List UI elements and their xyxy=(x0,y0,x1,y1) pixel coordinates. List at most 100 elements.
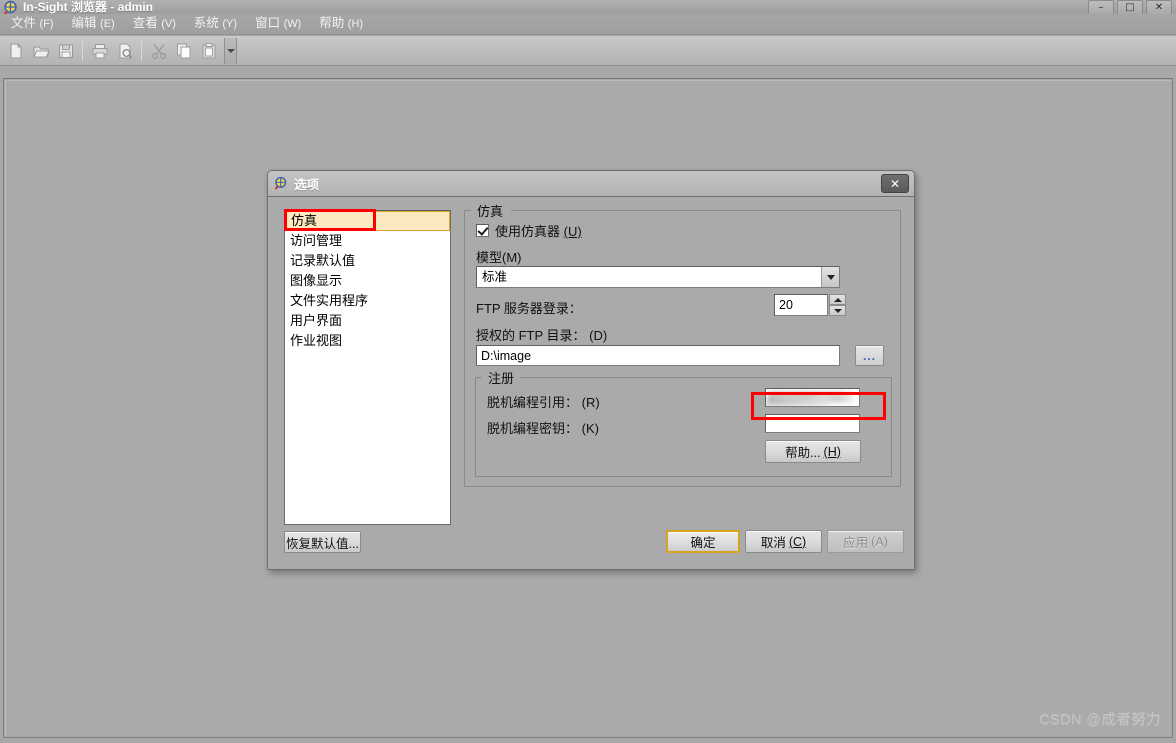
ok-button[interactable]: 确定 xyxy=(666,530,740,553)
menu-item-edit-accel: (E) xyxy=(100,17,115,30)
offline-key-label: 脱机编程密钥： (K) xyxy=(487,418,599,437)
category-item-file-utilities[interactable]: 文件实用程序 xyxy=(285,291,450,311)
save-floppy-icon[interactable] xyxy=(54,39,77,62)
cancel-button[interactable]: 取消 (C) xyxy=(745,530,822,553)
maximize-icon: □ xyxy=(1125,2,1135,13)
menu-item-edit-label: 编辑 xyxy=(71,15,97,30)
chevron-down-icon[interactable] xyxy=(821,267,839,287)
ftp-directory-label: 授权的 FTP 目录： (D) xyxy=(476,325,607,344)
window-controls: – □ ✕ xyxy=(1088,0,1172,14)
menu-item-file[interactable]: 文件 (F) xyxy=(2,14,63,35)
menu-bar: 文件 (F) 编辑 (E) 查看 (V) 系统 (Y) 窗口 (W) 帮助 (H… xyxy=(0,14,1176,35)
menu-item-system-label: 系统 xyxy=(193,15,219,30)
dialog-body: 仿真 访问管理 记录默认值 图像显示 文件实用程序 用户界面 作业视图 仿真 使… xyxy=(268,198,914,569)
apply-button[interactable]: 应用 (A) xyxy=(827,530,904,553)
menu-item-edit[interactable]: 编辑 (E) xyxy=(63,14,124,35)
cut-scissors-icon[interactable] xyxy=(147,39,170,62)
ftp-directory-input[interactable]: D:\image xyxy=(476,345,840,366)
simulation-groupbox-legend: 仿真 xyxy=(473,201,508,220)
options-dialog: 选项 ✕ 仿真 访问管理 记录默认值 图像显示 文件实用程序 用户界面 作业视图… xyxy=(267,170,915,570)
use-emulator-label-text: 使用仿真器 xyxy=(495,224,561,239)
minimize-button[interactable]: – xyxy=(1088,0,1114,14)
copy-icon[interactable] xyxy=(172,39,195,62)
window-title-bar: In-Sight 浏览器 - admin – □ ✕ xyxy=(0,0,1176,14)
spinner-up-icon[interactable] xyxy=(829,294,846,305)
menu-item-window[interactable]: 窗口 (W) xyxy=(246,14,310,35)
use-emulator-label: 使用仿真器 (U) xyxy=(495,221,582,240)
category-item-job-view[interactable]: 作业视图 xyxy=(285,331,450,351)
minimize-icon: – xyxy=(1098,2,1104,13)
print-icon[interactable] xyxy=(88,39,111,62)
main-toolbar xyxy=(0,36,1176,66)
category-item-simulation[interactable]: 仿真 xyxy=(285,211,450,231)
ftp-directory-accel: (D) xyxy=(589,328,608,343)
offline-ref-accel: (R) xyxy=(581,395,600,410)
window-title-text: In-Sight 浏览器 - admin xyxy=(23,0,153,14)
registration-help-label: 帮助... xyxy=(785,446,821,460)
menu-item-view[interactable]: 查看 (V) xyxy=(124,14,185,35)
cancel-button-label: 取消 xyxy=(760,536,786,550)
chevron-down-icon[interactable] xyxy=(224,37,237,64)
offline-ref-label: 脱机编程引用： (R) xyxy=(487,392,600,411)
ftp-directory-label-text: 授权的 FTP 目录： xyxy=(476,328,586,343)
category-list[interactable]: 仿真 访问管理 记录默认值 图像显示 文件实用程序 用户界面 作业视图 xyxy=(284,210,451,525)
use-emulator-checkbox[interactable] xyxy=(476,224,489,237)
menu-item-file-label: 文件 xyxy=(11,15,37,30)
menu-item-help-accel: (H) xyxy=(347,17,364,30)
csdn-watermark: CSDN @成者努力 xyxy=(1039,712,1161,728)
cancel-button-accel: (C) xyxy=(788,534,807,549)
menu-item-window-accel: (W) xyxy=(283,17,302,30)
print-preview-icon[interactable] xyxy=(113,39,136,62)
offline-key-input[interactable] xyxy=(765,414,860,433)
apply-button-accel: (A) xyxy=(871,534,888,549)
options-icon xyxy=(274,176,289,191)
registration-groupbox: 注册 脱机编程引用： (R) 脱机编程密钥： (K) 帮助... (H) xyxy=(475,368,892,477)
offline-key-label-text: 脱机编程密钥： xyxy=(487,421,579,436)
menu-item-view-label: 查看 xyxy=(132,15,158,30)
apply-button-label: 应用 xyxy=(843,536,869,550)
simulation-groupbox: 仿真 使用仿真器 (U) 模型(M) 标准 FTP 服务器登录： 20 授权的 … xyxy=(464,201,901,487)
paste-icon[interactable] xyxy=(197,39,220,62)
registration-help-button[interactable]: 帮助... (H) xyxy=(765,440,861,463)
model-combobox[interactable]: 标准 xyxy=(476,266,840,288)
offline-key-accel: (K) xyxy=(581,421,599,436)
model-label: 模型(M) xyxy=(476,250,522,265)
dialog-close-button[interactable]: ✕ xyxy=(881,174,909,193)
restore-defaults-button[interactable]: 恢复默认值... xyxy=(284,531,361,553)
new-icon[interactable] xyxy=(4,39,27,62)
dialog-title-text: 选项 xyxy=(294,178,320,192)
menu-item-file-accel: (F) xyxy=(39,17,54,30)
registration-help-accel: (H) xyxy=(823,444,841,459)
ftp-logins-spin-buttons[interactable] xyxy=(829,294,846,316)
category-item-user-interface[interactable]: 用户界面 xyxy=(285,311,450,331)
ftp-logins-value[interactable]: 20 xyxy=(774,294,828,316)
ftp-logins-label: FTP 服务器登录： xyxy=(476,301,582,316)
menu-item-help-label: 帮助 xyxy=(319,15,345,30)
redaction-blur-secondary xyxy=(766,397,831,406)
toolbar-separator xyxy=(141,40,142,61)
menu-item-window-label: 窗口 xyxy=(255,15,281,30)
close-button[interactable]: ✕ xyxy=(1146,0,1172,14)
category-item-record-defaults[interactable]: 记录默认值 xyxy=(285,251,450,271)
offline-ref-input[interactable] xyxy=(765,388,860,407)
use-emulator-row[interactable]: 使用仿真器 (U) xyxy=(476,221,582,240)
ftp-directory-browse-button[interactable]: ... xyxy=(855,345,884,366)
use-emulator-accel: (U) xyxy=(563,224,582,239)
menu-item-system[interactable]: 系统 (Y) xyxy=(185,14,246,35)
spinner-down-icon[interactable] xyxy=(829,305,846,316)
category-item-image-display[interactable]: 图像显示 xyxy=(285,271,450,291)
dialog-title-bar: 选项 ✕ xyxy=(268,171,914,197)
main-application-window: In-Sight 浏览器 - admin – □ ✕ 文件 (F) 编辑 (E)… xyxy=(0,0,1176,743)
ftp-logins-spinner[interactable]: 20 xyxy=(774,294,846,316)
toolbar-separator xyxy=(82,40,83,61)
offline-ref-label-text: 脱机编程引用： xyxy=(487,395,579,410)
menu-item-system-accel: (Y) xyxy=(222,17,238,30)
model-combobox-value: 标准 xyxy=(482,270,508,284)
maximize-button[interactable]: □ xyxy=(1117,0,1143,14)
category-item-access-management[interactable]: 访问管理 xyxy=(285,231,450,251)
menu-item-help[interactable]: 帮助 (H) xyxy=(310,14,372,35)
open-folder-icon[interactable] xyxy=(29,39,52,62)
insight-app-icon xyxy=(3,0,19,14)
close-icon: ✕ xyxy=(1154,2,1164,13)
registration-groupbox-legend: 注册 xyxy=(484,368,519,387)
